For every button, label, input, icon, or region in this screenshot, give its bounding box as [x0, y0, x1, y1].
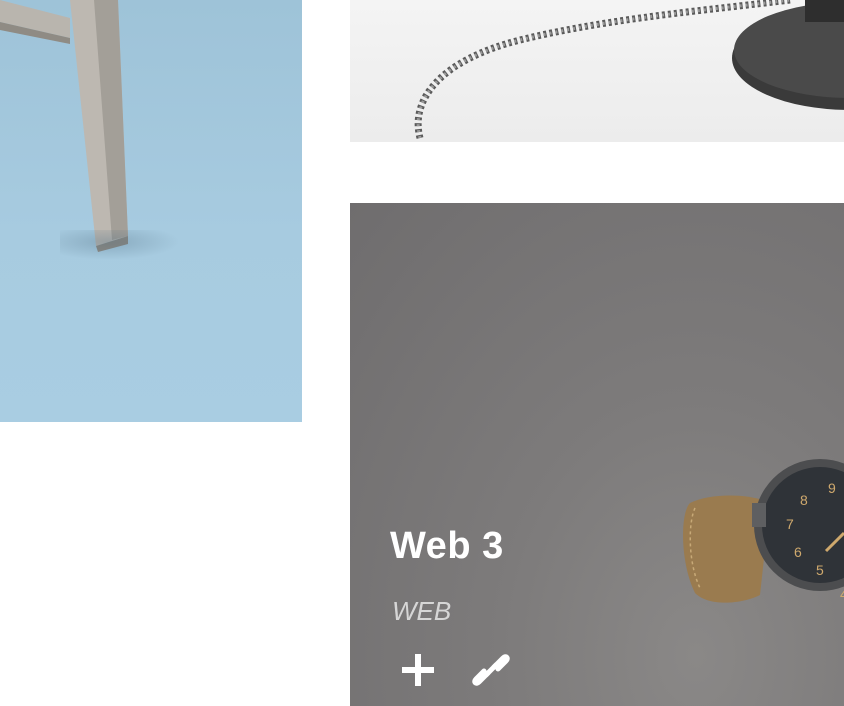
- watch-image: 9 8 7 6 5 4: [683, 459, 844, 603]
- svg-text:9: 9: [828, 480, 836, 496]
- portfolio-item-web-3[interactable]: 9 8 7 6 5 4 Web 3 WEB: [350, 203, 844, 706]
- plus-icon[interactable]: [395, 647, 441, 693]
- item-category: WEB: [392, 596, 452, 626]
- svg-text:4: 4: [840, 586, 844, 602]
- link-icon[interactable]: [468, 647, 514, 693]
- svg-text:8: 8: [800, 492, 808, 508]
- item-title[interactable]: Web 3: [390, 525, 504, 568]
- portfolio-item-cable[interactable]: [350, 0, 844, 142]
- leg-shadow: [60, 230, 180, 260]
- chair-leg-image: [0, 0, 128, 252]
- svg-text:7: 7: [786, 516, 794, 532]
- svg-text:5: 5: [816, 562, 824, 578]
- portfolio-item-chair[interactable]: [0, 0, 302, 422]
- cable-lamp-image: [414, 0, 844, 139]
- svg-text:6: 6: [794, 544, 802, 560]
